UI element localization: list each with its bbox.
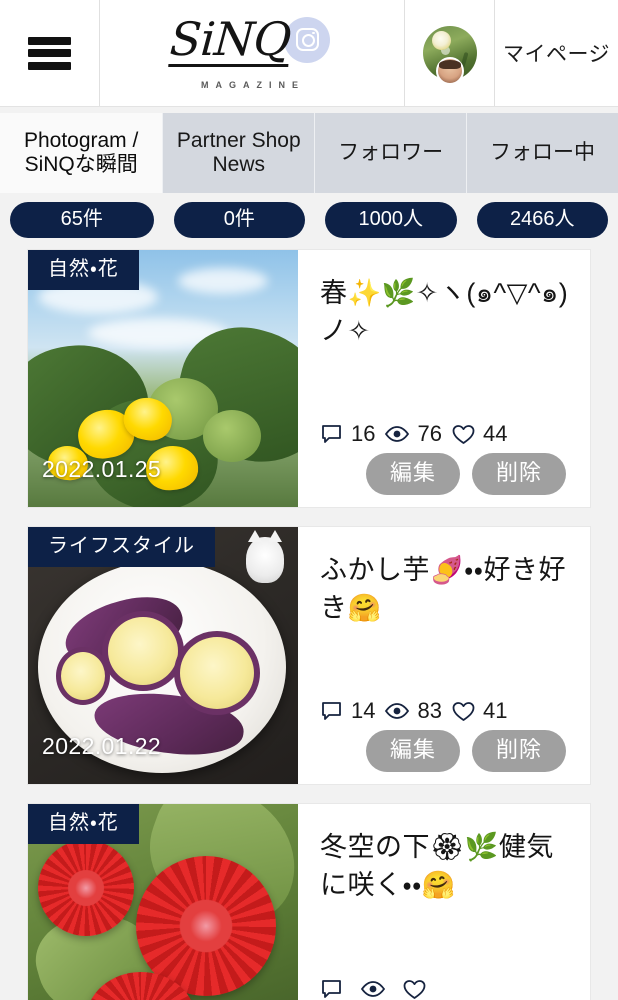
avatar[interactable] <box>405 0 495 106</box>
post-title[interactable]: ふかし芋🍠・・好き好き🤗 <box>320 551 570 628</box>
like-stat: 41 <box>451 698 507 724</box>
heart-icon <box>403 979 426 999</box>
eye-icon <box>385 702 410 719</box>
like-stat: 44 <box>451 421 507 447</box>
post-footer: 16 76 44 編集 削除 <box>320 421 570 495</box>
heart-icon <box>452 701 475 721</box>
comment-count: 14 <box>351 697 376 723</box>
post-card[interactable]: ライフスタイル 2022.01.22 ふかし芋🍠・・好き好き🤗 14 83 41… <box>27 526 591 785</box>
hamburger-menu-icon <box>28 36 71 70</box>
badge-cell-photogram: 65件 <box>0 202 164 238</box>
logo-subtitle: MAGAZINE <box>201 80 305 90</box>
post-card[interactable]: 自然・花 2022.01.25 春✨🌿✧ヽ(๑^▽^๑)ノ✧ 16 76 44 … <box>27 249 591 508</box>
app-header: SiNQ MAGAZINE マイページ <box>0 0 618 107</box>
tab-partner-shop-news[interactable]: Partner Shop News <box>163 113 316 193</box>
post-title[interactable]: 春✨🌿✧ヽ(๑^▽^๑)ノ✧ <box>320 274 570 351</box>
tab-following[interactable]: フォロー中 <box>467 113 618 193</box>
tab-count-bar: 65件 0件 1000人 2466人 <box>0 193 618 249</box>
badge-cell-followers: 1000人 <box>315 202 466 238</box>
post-body: 春✨🌿✧ヽ(๑^▽^๑)ノ✧ 16 76 44 編集 削除 <box>298 250 590 507</box>
edit-button[interactable]: 編集 <box>365 729 460 772</box>
like-count: 44 <box>482 420 508 446</box>
comment-count: 16 <box>351 420 376 446</box>
tab-photogram[interactable]: Photogram / SiNQな瞬間 <box>0 113 164 193</box>
post-stats: 16 76 44 <box>320 421 570 447</box>
badge-cell-following: 2466人 <box>467 202 618 238</box>
post-actions: 編集 削除 <box>320 729 570 772</box>
badge-cell-partner: 0件 <box>164 202 315 238</box>
badge-partner-count[interactable]: 0件 <box>173 202 306 238</box>
post-category-badge: 自然・花 <box>28 250 139 290</box>
post-title[interactable]: 冬空の下🏵🌿健気に咲く・・🤗 <box>320 828 570 905</box>
post-footer: 14 83 41 編集 削除 <box>320 698 570 772</box>
view-count: 83 <box>417 697 442 723</box>
view-stat <box>360 977 393 1000</box>
post-date: 2022.01.25 <box>42 456 162 482</box>
badge-following-count[interactable]: 2466人 <box>476 202 608 238</box>
post-stats <box>320 977 570 1000</box>
post-feed: 自然・花 2022.01.25 春✨🌿✧ヽ(๑^▽^๑)ノ✧ 16 76 44 … <box>0 249 618 1000</box>
post-body: ふかし芋🍠・・好き好き🤗 14 83 41 編集 削除 <box>298 527 590 784</box>
menu-button[interactable] <box>0 0 100 106</box>
eye-icon <box>360 980 386 997</box>
edit-button[interactable]: 編集 <box>365 452 460 495</box>
mypage-link[interactable]: マイページ <box>495 0 618 106</box>
comment-icon <box>322 701 341 720</box>
post-thumbnail[interactable]: ライフスタイル 2022.01.22 <box>28 527 298 784</box>
post-thumbnail[interactable]: 自然・花 2022.01.25 <box>28 250 298 507</box>
like-count: 41 <box>482 697 508 723</box>
tab-followers[interactable]: フォロワー <box>315 113 468 193</box>
site-logo[interactable]: SiNQ MAGAZINE <box>100 0 405 106</box>
comment-icon <box>322 424 341 443</box>
post-body: 冬空の下🏵🌿健気に咲く・・🤗 <box>298 804 590 1000</box>
delete-button[interactable]: 削除 <box>471 729 566 772</box>
comment-stat: 16 <box>320 421 375 447</box>
post-stats: 14 83 41 <box>320 698 570 724</box>
badge-photogram-count[interactable]: 65件 <box>10 202 154 238</box>
avatar-image <box>422 26 477 85</box>
post-thumbnail[interactable]: 自然・花 <box>28 804 298 1000</box>
eye-icon <box>385 425 410 442</box>
post-footer: 編集 削除 <box>320 977 570 1000</box>
view-count: 76 <box>417 420 442 446</box>
comment-icon <box>322 979 341 998</box>
view-stat: 76 <box>384 420 442 447</box>
comment-stat <box>320 977 351 1000</box>
post-category-badge: ライフスタイル <box>28 527 215 567</box>
post-card[interactable]: 自然・花 冬空の下🏵🌿健気に咲く・・🤗 <box>27 803 591 1000</box>
post-actions: 編集 削除 <box>320 452 570 495</box>
delete-button[interactable]: 削除 <box>471 452 566 495</box>
tab-bar: Photogram / SiNQな瞬間 Partner Shop News フォ… <box>0 107 618 193</box>
like-stat <box>402 977 434 1000</box>
view-stat: 83 <box>384 697 442 724</box>
comment-stat: 14 <box>320 698 375 724</box>
logo-text: SiNQ <box>168 12 293 67</box>
badge-followers-count[interactable]: 1000人 <box>325 202 457 238</box>
post-date: 2022.01.22 <box>42 733 162 759</box>
heart-icon <box>452 424 475 444</box>
post-category-badge: 自然・花 <box>28 804 139 844</box>
